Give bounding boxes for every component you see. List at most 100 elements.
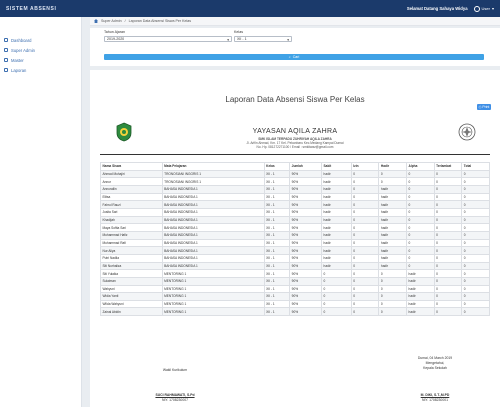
col-mata-pelajaran[interactable]: Mata Pelajaran xyxy=(161,162,265,171)
cell-sakit: hadir xyxy=(321,192,352,202)
col-hadir[interactable]: Hadir xyxy=(378,162,408,171)
cell-alpha: hadir xyxy=(406,276,435,286)
folder-icon xyxy=(4,58,8,62)
cell-terlambat: 0 xyxy=(433,246,463,255)
breadcrumb-separator: / xyxy=(124,19,126,23)
cell-nama-siswa: Khadijah xyxy=(100,215,163,225)
cell-terlambat: 0 xyxy=(433,269,463,278)
cell-sakit: hadir xyxy=(321,246,352,255)
cell-jumlah: 90% xyxy=(289,253,323,263)
cell-hadir: hadir xyxy=(378,246,408,255)
cell-izin: 0 xyxy=(350,284,380,294)
cell-izin: 0 xyxy=(350,276,380,286)
cell-kelas: XII - 1 xyxy=(263,238,291,248)
cell-jumlah: 90% xyxy=(289,292,323,301)
cell-terlambat: 0 xyxy=(433,238,463,248)
signature-left-name: SUCI RAHMAWATI, S.Pd xyxy=(130,393,220,397)
col-terlambat[interactable]: Terlambat xyxy=(433,162,463,171)
breadcrumb-home[interactable]: Super Admin xyxy=(101,19,122,23)
table-row: Ahmad Muhajiri TRONOSIANI INGGRIS 1 XII - … xyxy=(100,169,490,179)
cell-nama-siswa: Annuraliin xyxy=(100,184,163,194)
print-button[interactable]: ⎙ Print xyxy=(477,104,491,110)
cell-jumlah: 90% xyxy=(289,284,323,294)
cell-total: 0 xyxy=(461,230,490,240)
cell-alpha: hadir xyxy=(406,307,435,317)
cell-jumlah: 90% xyxy=(289,184,323,194)
cell-total: 0 xyxy=(461,292,490,301)
cell-nama-siswa: Sulaiman xyxy=(100,276,163,286)
sidebar: Dashboard Super Admin Master Laporan xyxy=(0,17,82,407)
cari-button[interactable]: ⌕ Cari xyxy=(104,54,484,60)
cell-mata-pelajaran: BAHASA INDONESIA 1 xyxy=(161,230,265,240)
cell-total: 0 xyxy=(461,269,490,278)
col-sakit[interactable]: Sakit xyxy=(321,162,352,171)
chevron-down-icon: ▾ xyxy=(491,6,494,11)
cell-kelas: XII - 1 xyxy=(263,215,291,225)
chevron-down-icon: ▾ xyxy=(287,37,289,42)
table-row: Maya Sofita Sari BAHASA INDONESIA 1 XII - … xyxy=(100,223,490,232)
col-jumlah[interactable]: Jumlah xyxy=(289,162,323,171)
table-row: Jusita Sari BAHASA INDONESIA 1 XII - 1 90% h… xyxy=(100,207,490,217)
file-icon xyxy=(4,68,8,72)
col-alpha[interactable]: Alpha xyxy=(406,162,435,171)
sidebar-item-dashboard[interactable]: Dashboard xyxy=(0,35,81,45)
col-total[interactable]: Total xyxy=(461,162,490,171)
cell-nama-siswa: Siti Yulaika xyxy=(100,269,163,278)
app-brand[interactable]: SISTEM ABSENSI xyxy=(6,6,56,12)
sidebar-item-super-admin[interactable]: Super Admin xyxy=(0,45,81,55)
cell-jumlah: 90% xyxy=(289,276,323,286)
cell-jumlah: 90% xyxy=(289,223,323,232)
kelas-select[interactable]: XII - 1 ▾ xyxy=(234,36,292,42)
col-nama-siswa[interactable]: Nama Siswa xyxy=(100,162,163,171)
cell-izin: 0 xyxy=(350,192,380,202)
user-menu[interactable]: User ▾ xyxy=(473,5,494,12)
cell-alpha: 0 xyxy=(406,169,435,179)
cell-nama-siswa: Muhammad Hafiz xyxy=(100,230,163,240)
cell-sakit: hadir xyxy=(321,238,352,248)
cell-terlambat: 0 xyxy=(433,177,463,186)
table-row: Wilda Wahyuni MENTORING 1 XII - 1 90% 0 0 0 had… xyxy=(100,299,490,309)
signature-right-nip: NIY. 1708230001 xyxy=(422,398,448,402)
cell-total: 0 xyxy=(461,284,490,294)
cell-hadir: hadir xyxy=(378,261,408,271)
cell-total: 0 xyxy=(461,184,490,194)
col-kelas[interactable]: Kelas xyxy=(263,162,291,171)
cell-hadir: 0 xyxy=(378,269,408,278)
cell-hadir: hadir xyxy=(378,253,408,263)
cell-izin: 0 xyxy=(350,215,380,225)
cell-mata-pelajaran: MENTORING 1 xyxy=(161,307,265,317)
home-icon[interactable] xyxy=(94,19,98,23)
cell-total: 0 xyxy=(461,307,490,317)
signature-right-role: Kepala Sekolah xyxy=(423,366,447,370)
cell-izin: 0 xyxy=(350,207,380,217)
cell-mata-pelajaran: BAHASA INDONESIA 1 xyxy=(161,192,265,202)
cell-jumlah: 90% xyxy=(289,269,323,278)
cell-kelas: XII - 1 xyxy=(263,177,291,186)
cell-total: 0 xyxy=(461,169,490,179)
cell-hadir: 0 xyxy=(378,299,408,309)
cell-kelas: XII - 1 xyxy=(263,169,291,179)
cell-kelas: XII - 1 xyxy=(263,292,291,301)
sidebar-item-master[interactable]: Master xyxy=(0,55,81,65)
tahun-ajaran-value: 2019-2020 xyxy=(107,37,125,41)
cell-izin: 0 xyxy=(350,292,380,301)
sidebar-item-label: Super Admin xyxy=(11,47,35,53)
breadcrumb-current: Laporan Data Absensi Siswa Per Kelas xyxy=(128,19,192,23)
cell-mata-pelajaran: BAHASA INDONESIA 1 xyxy=(161,200,265,209)
table-row: Muhammad Rafi BAHASA INDONESIA 1 XII - 1 90… xyxy=(100,238,490,248)
sidebar-item-laporan[interactable]: Laporan xyxy=(0,65,81,75)
cell-alpha: 0 xyxy=(406,238,435,248)
cell-total: 0 xyxy=(461,177,490,186)
sidebar-item-label: Master xyxy=(11,57,24,63)
cell-kelas: XII - 1 xyxy=(263,223,291,232)
cell-alpha: 0 xyxy=(406,246,435,255)
cell-izin: 0 xyxy=(350,299,380,309)
cell-mata-pelajaran: MENTORING 1 xyxy=(161,299,265,309)
cell-terlambat: 0 xyxy=(433,215,463,225)
tahun-ajaran-select[interactable]: 2019-2020 ▾ xyxy=(104,36,232,42)
cell-total: 0 xyxy=(461,246,490,255)
cell-kelas: XII - 1 xyxy=(263,307,291,317)
cell-alpha: 0 xyxy=(406,177,435,186)
cell-terlambat: 0 xyxy=(433,299,463,309)
col-izin[interactable]: Izin xyxy=(350,162,380,171)
